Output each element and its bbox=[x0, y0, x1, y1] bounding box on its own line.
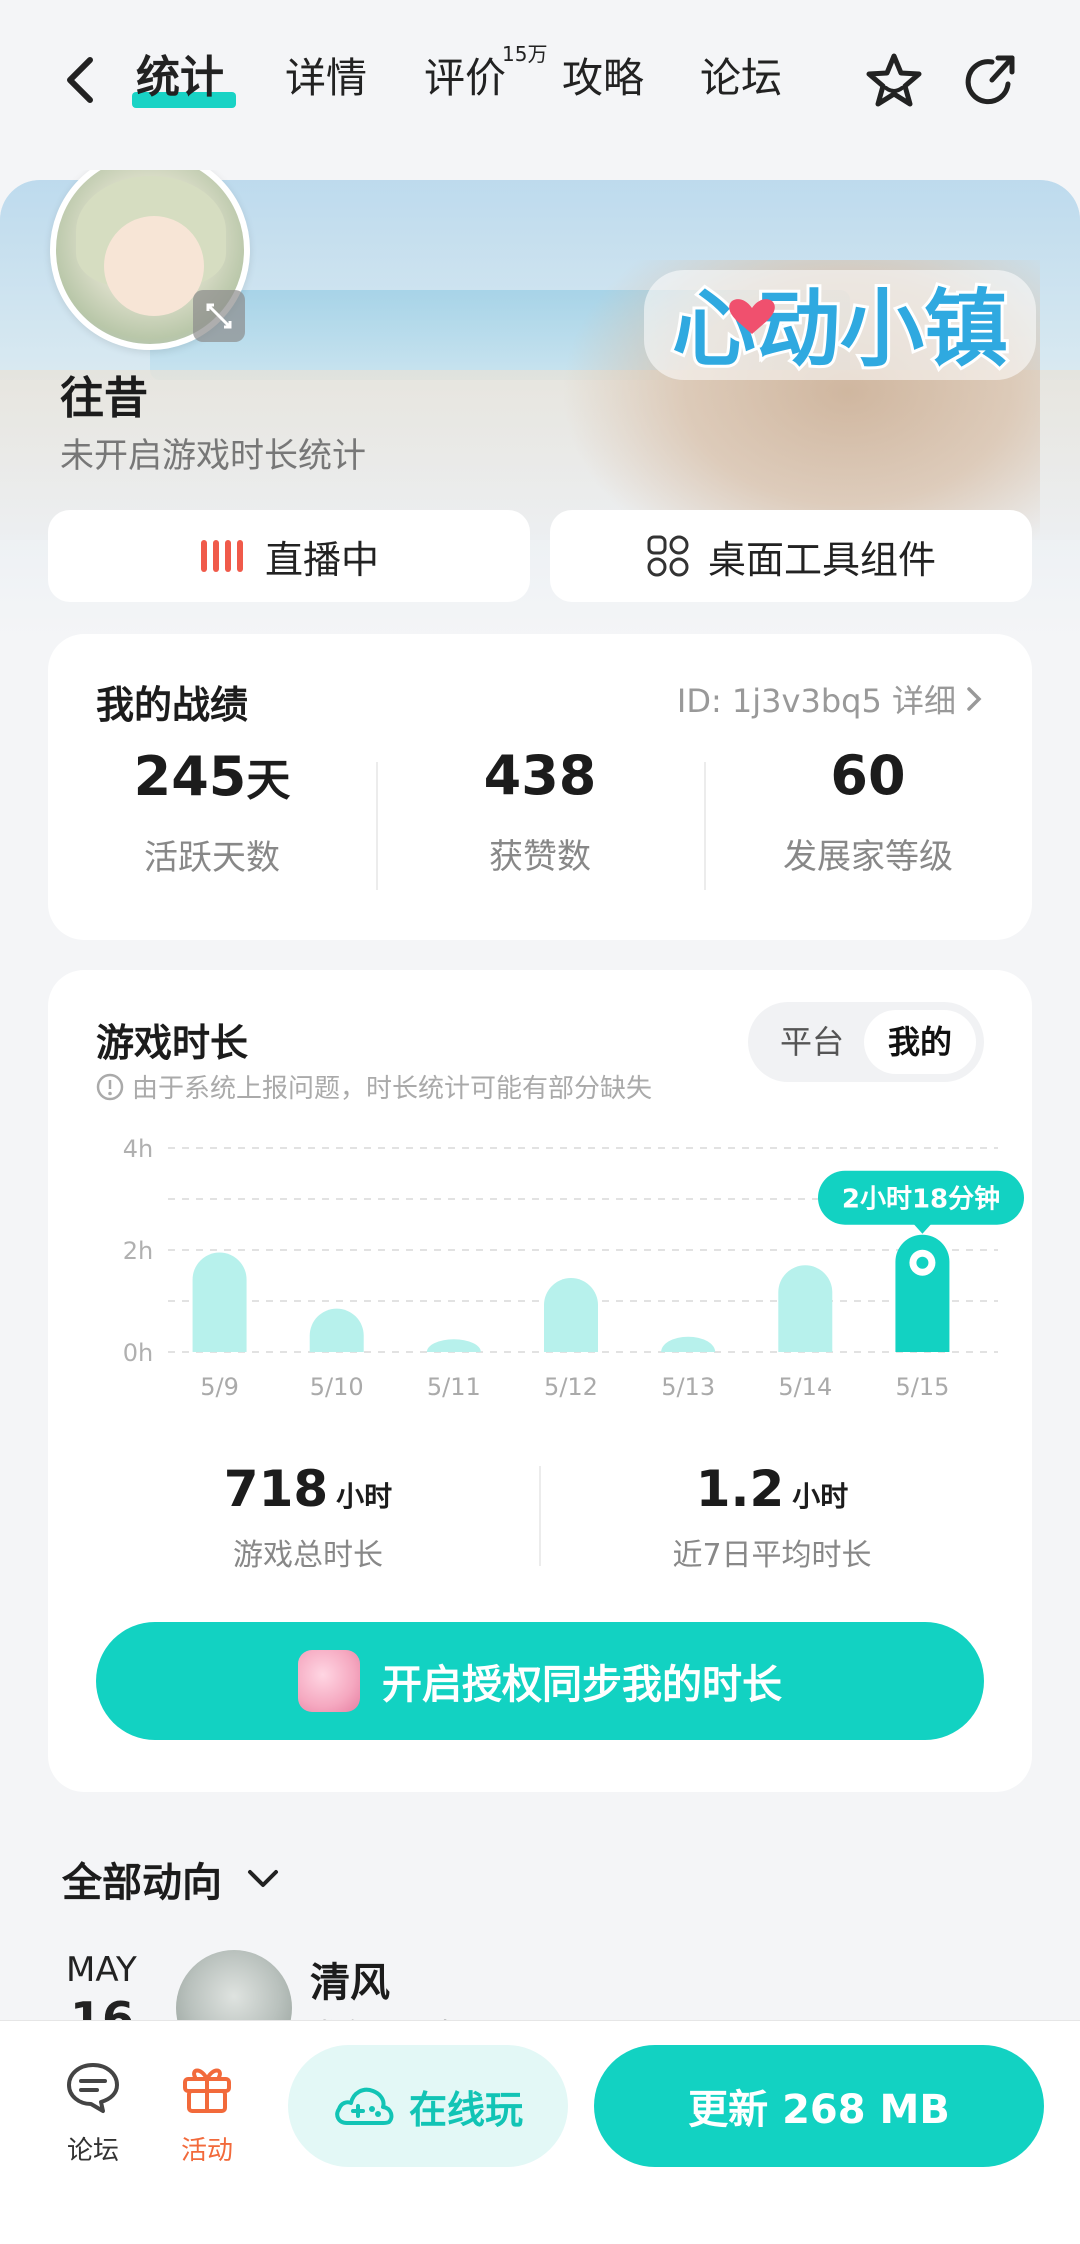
bottom-action-bar: 论坛 活动 在线玩 更新 268 MB bbox=[0, 2020, 1080, 2244]
back-arrow-icon[interactable] bbox=[56, 50, 106, 110]
live-bars-icon bbox=[200, 540, 243, 572]
cloud-gamepad-icon bbox=[335, 2087, 394, 2125]
feed-month: MAY bbox=[66, 1950, 137, 1990]
data-source-toggle: 平台 我的 bbox=[748, 1002, 984, 1082]
record-detail-link[interactable]: ID: 1j3v3bq5 详细 bbox=[677, 676, 984, 722]
feed-user-name[interactable]: 清风 bbox=[310, 1950, 390, 2008]
widget-label: 桌面工具组件 bbox=[707, 537, 936, 582]
total-playtime: 718 小时 游戏总时长 bbox=[223, 1460, 393, 1573]
bar-5/12 bbox=[544, 1278, 598, 1352]
y-tick-label: 2h bbox=[123, 1237, 153, 1265]
forum-tab[interactable]: 论坛 bbox=[38, 2057, 148, 2167]
desktop-widget-button[interactable]: 桌面工具组件 bbox=[550, 510, 1032, 602]
my-record-card: 我的战绩 ID: 1j3v3bq5 详细 245天 活跃天数 438 获赞数 6… bbox=[48, 634, 1032, 940]
feed-filter[interactable]: 全部动向 bbox=[62, 1850, 280, 1908]
x-tick-label: 5/13 bbox=[661, 1373, 715, 1400]
switch-account-button[interactable] bbox=[193, 290, 245, 342]
swap-icon bbox=[206, 303, 232, 329]
tab-guides[interactable]: 攻略 bbox=[562, 48, 644, 108]
toggle-mine[interactable]: 我的 bbox=[864, 1010, 976, 1074]
review-count-badge: 15万 bbox=[502, 42, 548, 66]
tooltip-label: 2小时18分钟 bbox=[842, 1184, 1000, 1215]
activity-tab[interactable]: 活动 bbox=[152, 2057, 262, 2167]
playtime-title: 游戏时长 bbox=[96, 1021, 249, 1065]
bar-5/9 bbox=[192, 1252, 247, 1352]
playtime-bar-chart: 5/9 5/10 5/11 5/12 5/13 5/14 5/15 0h 2h 4h 2小时18… bbox=[123, 1135, 1024, 1400]
x-tick-label: 5/12 bbox=[544, 1373, 598, 1400]
live-button[interactable]: 直播中 bbox=[48, 510, 530, 602]
stat-likes: 438 获赞数 bbox=[483, 744, 597, 877]
chevron-right-icon bbox=[967, 687, 982, 711]
player-id: ID: 1j3v3bq5 详细 bbox=[676, 682, 956, 720]
forum-chat-icon bbox=[67, 2063, 119, 2113]
info-icon bbox=[96, 1073, 124, 1100]
tab-forum[interactable]: 论坛 bbox=[700, 48, 782, 108]
game-app-icon bbox=[298, 1650, 360, 1712]
record-title: 我的战绩 bbox=[96, 683, 249, 727]
x-tick-label: 5/11 bbox=[427, 1373, 481, 1400]
playtime-notice: 由于系统上报问题，时长统计可能有部分缺失 bbox=[96, 1068, 652, 1105]
y-tick-label: 4h bbox=[123, 1135, 153, 1163]
game-logo: 心动小镇 bbox=[644, 270, 1036, 381]
highlight-dot-inner bbox=[916, 1256, 929, 1269]
star-favorite-icon[interactable] bbox=[862, 50, 926, 114]
bar-5/10 bbox=[309, 1308, 364, 1352]
avg-playtime-7d: 1.2 小时 近7日平均时长 bbox=[672, 1460, 872, 1573]
stat-developer-level: 60 发展家等级 bbox=[783, 744, 953, 877]
bar-5/11 bbox=[426, 1339, 481, 1352]
tab-reviews[interactable]: 评价 bbox=[424, 48, 506, 108]
widget-grid-icon bbox=[647, 535, 689, 577]
top-nav: 统计 详情 评价 15万 攻略 论坛 bbox=[0, 0, 1080, 170]
y-tick-label: 0h bbox=[123, 1339, 153, 1367]
toggle-platform[interactable]: 平台 bbox=[756, 1010, 868, 1074]
playtime-disabled-note: 未开启游戏时长统计 bbox=[60, 436, 366, 476]
bar-5/14 bbox=[778, 1265, 833, 1352]
svg-text:心动小镇: 心动小镇 bbox=[672, 280, 1008, 378]
x-tick-label: 5/10 bbox=[310, 1373, 364, 1400]
chevron-down-icon bbox=[248, 1870, 278, 1887]
stat-active-days: 245天 活跃天数 bbox=[133, 745, 291, 878]
sync-playtime-button[interactable]: 开启授权同步我的时长 bbox=[96, 1622, 984, 1740]
tab-stats[interactable]: 统计 bbox=[136, 48, 224, 108]
tooltip-pointer bbox=[913, 1223, 932, 1234]
play-online-button[interactable]: 在线玩 bbox=[288, 2045, 568, 2167]
username: 往昔 bbox=[60, 373, 148, 424]
update-button[interactable]: 更新 268 MB bbox=[594, 2045, 1044, 2167]
divider bbox=[539, 1466, 541, 1566]
bar-5/13 bbox=[661, 1336, 716, 1352]
gift-icon bbox=[183, 2068, 231, 2113]
x-tick-label: 5/9 bbox=[200, 1373, 239, 1400]
x-tick-label: 5/15 bbox=[895, 1373, 949, 1400]
tab-details[interactable]: 详情 bbox=[285, 48, 367, 108]
x-tick-label: 5/14 bbox=[778, 1373, 832, 1400]
playtime-card: 游戏时长 由于系统上报问题，时长统计可能有部分缺失 平台 我的 5/9 5/10 5… bbox=[48, 970, 1032, 1792]
live-label: 直播中 bbox=[264, 537, 379, 582]
share-icon[interactable] bbox=[958, 50, 1022, 114]
